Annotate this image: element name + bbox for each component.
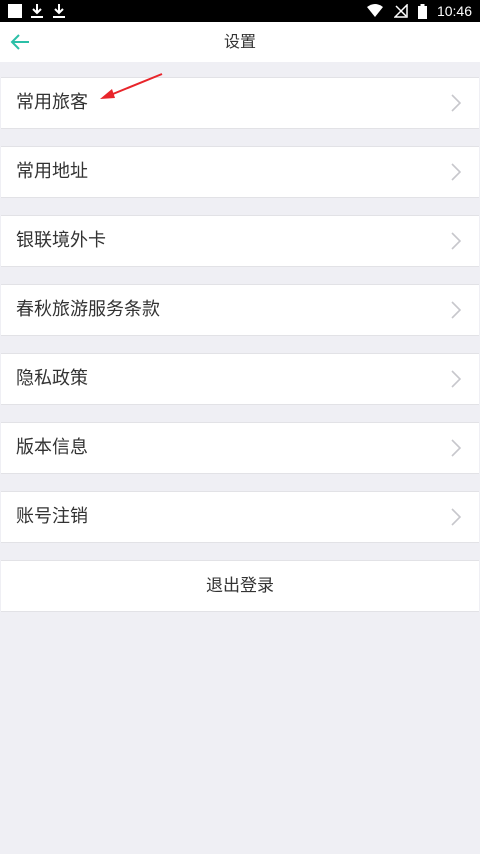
chevron-right-icon — [451, 370, 461, 388]
chevron-right-icon — [451, 94, 461, 112]
settings-item-label: 版本信息 — [16, 437, 88, 458]
no-signal-icon — [393, 4, 408, 18]
settings-item-label: 隐私政策 — [16, 368, 88, 389]
settings-item-label: 常用旅客 — [16, 92, 88, 113]
nav-bar: 设置 — [0, 22, 480, 62]
settings-item-unionpay-card[interactable]: 银联境外卡 — [1, 215, 479, 267]
settings-item-label: 春秋旅游服务条款 — [16, 299, 160, 320]
download-icon — [31, 4, 43, 18]
wifi-icon — [366, 4, 383, 17]
chevron-right-icon — [451, 439, 461, 457]
settings-item-frequent-addresses[interactable]: 常用地址 — [1, 146, 479, 198]
settings-item-account-deletion[interactable]: 账号注销 — [1, 491, 479, 543]
chevron-right-icon — [451, 508, 461, 526]
status-time: 10:46 — [436, 3, 472, 19]
chevron-right-icon — [451, 301, 461, 319]
settings-item-label: 常用地址 — [16, 161, 88, 182]
battery-icon — [417, 3, 427, 19]
settings-item-frequent-travelers[interactable]: 常用旅客 — [1, 77, 479, 129]
status-bar: 10:46 — [0, 0, 480, 22]
settings-item-label: 银联境外卡 — [16, 230, 106, 251]
page-title: 设置 — [223, 32, 256, 51]
download-icon — [53, 4, 65, 18]
settings-item-terms-of-service[interactable]: 春秋旅游服务条款 — [1, 284, 479, 336]
app-square-icon — [8, 4, 22, 18]
settings-item-version-info[interactable]: 版本信息 — [1, 422, 479, 474]
annotation-arrow-icon — [100, 73, 163, 99]
settings-item-label: 账号注销 — [16, 506, 88, 527]
chevron-right-icon — [451, 232, 461, 250]
logout-button[interactable]: 退出登录 — [1, 560, 479, 612]
settings-item-privacy-policy[interactable]: 隐私政策 — [1, 353, 479, 405]
chevron-right-icon — [451, 163, 461, 181]
